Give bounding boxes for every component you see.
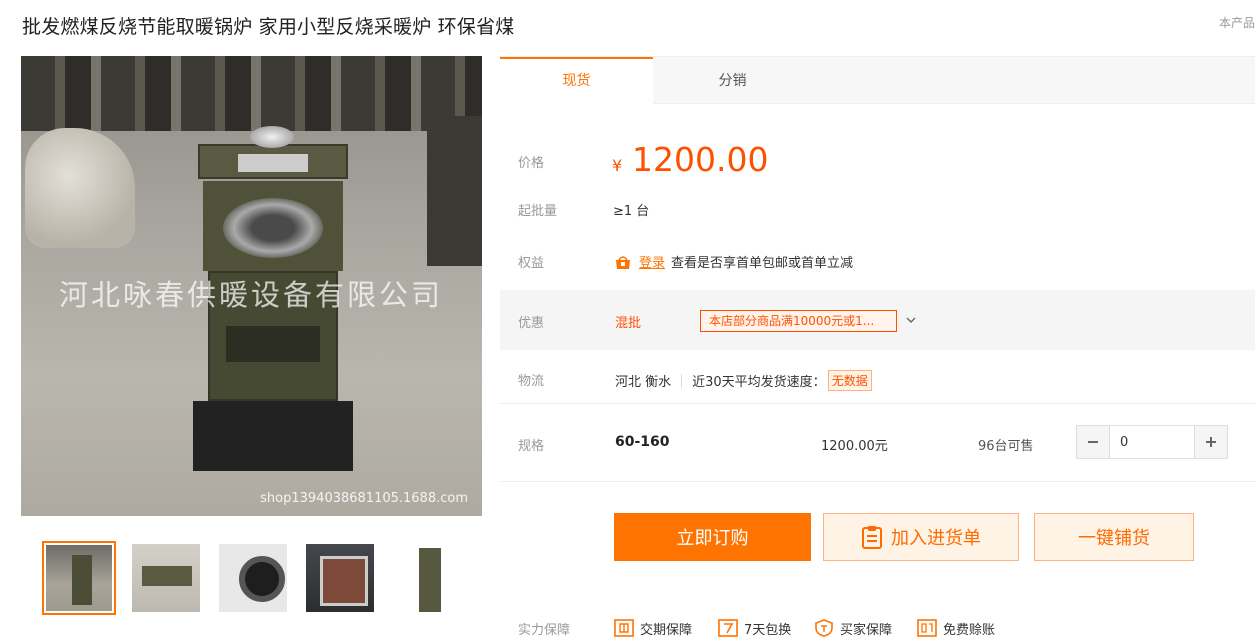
spec-stock: 96台可售 <box>978 439 1034 454</box>
rights-label: 权益 <box>518 256 545 271</box>
chevron-down-icon[interactable] <box>902 310 920 330</box>
stove-door <box>226 326 320 362</box>
guarantee-label: 实力保障 <box>518 622 571 638</box>
guarantee-item[interactable]: 交期保障 <box>614 619 692 638</box>
compensation-icon <box>917 619 937 637</box>
promotion-tag[interactable]: 本店部分商品满10000元或1... <box>700 310 897 332</box>
photo-background-bag <box>25 128 135 248</box>
price-label: 价格 <box>518 156 545 171</box>
thumbnail-image <box>132 544 200 612</box>
main-product-photo[interactable]: 河北咏春供暖设备有限公司 shop1394038681105.1688.com <box>21 56 482 516</box>
guarantee-item[interactable]: 免费赊账 <box>917 619 995 638</box>
logistics-label: 物流 <box>518 374 545 389</box>
shipping-speed-badge: 无数据 <box>827 370 872 391</box>
thumbnail-4[interactable] <box>303 541 377 615</box>
logistics-origin: 河北 衡水 <box>615 375 672 390</box>
add-to-cart-label: 加入进货单 <box>891 528 981 549</box>
promotion-type: 混批 <box>615 316 642 331</box>
guarantee-item-label: 交期保障 <box>640 622 693 638</box>
spec-price: 1200.00元 <box>821 439 888 454</box>
buyer-protection-icon <box>815 619 833 637</box>
thumbnail-1[interactable] <box>42 541 116 615</box>
quantity-stepper <box>1076 425 1228 459</box>
photo-background-right-stove <box>427 116 482 266</box>
stove-base <box>193 401 353 471</box>
photo-watermark: 河北咏春供暖设备有限公司 <box>59 278 444 312</box>
guarantee-item[interactable]: 7天包换 <box>718 619 791 638</box>
spec-name: 60-160 <box>615 434 670 450</box>
stove-control-panel <box>238 154 308 172</box>
offer-tabs: 现货 分销 <box>500 56 1255 105</box>
thumbnail-strip <box>42 541 464 615</box>
spec-label: 规格 <box>518 439 545 454</box>
moq-label: 起批量 <box>518 204 558 219</box>
seven-days-icon <box>718 619 738 637</box>
thumbnail-2[interactable] <box>129 541 203 615</box>
add-to-cart-button[interactable]: 加入进货单 <box>823 513 1019 561</box>
rights-text: 查看是否享首单包邮或首单立减 <box>671 256 854 271</box>
thumbnail-image <box>306 544 374 612</box>
photo-url-watermark: shop1394038681105.1688.com <box>260 491 468 506</box>
decrease-button[interactable] <box>1077 426 1110 458</box>
thumbnail-3[interactable] <box>216 541 290 615</box>
stove-ring <box>223 198 323 258</box>
corner-note: 本产品 <box>1218 16 1255 30</box>
moq-value: ≥1 台 <box>613 204 650 219</box>
thumbnail-image <box>46 545 112 611</box>
guarantee-item-label: 买家保障 <box>840 622 893 638</box>
guarantee-item-label: 7天包换 <box>744 622 792 638</box>
tab-spot[interactable]: 现货 <box>500 57 653 105</box>
coupon-bag-icon <box>613 254 633 270</box>
price-currency: ¥ <box>612 156 623 175</box>
divider <box>500 403 1255 404</box>
tab-distribution[interactable]: 分销 <box>656 57 809 105</box>
stove-knob <box>250 126 294 148</box>
guarantee-row: 实力保障 交期保障 7天包换 买家保障 免费赊账 <box>500 618 1255 638</box>
thumbnail-image <box>393 544 461 612</box>
login-link[interactable]: 登录 <box>639 252 665 271</box>
rights-row: 登录 查看是否享首单包邮或首单立减 <box>613 252 853 271</box>
one-click-distribute-button[interactable]: 一键铺货 <box>1034 513 1194 561</box>
distribute-label: 一键铺货 <box>1078 528 1150 549</box>
price-value: 1200.00 <box>632 140 769 179</box>
increase-button[interactable] <box>1194 426 1227 458</box>
photo-background-stoves <box>21 56 482 131</box>
clipboard-list-icon <box>862 526 882 549</box>
divider <box>500 481 1255 482</box>
guarantee-item[interactable]: 买家保障 <box>814 619 892 638</box>
promotion-label: 优惠 <box>518 316 545 331</box>
quantity-input[interactable] <box>1110 426 1190 458</box>
order-now-label: 立即订购 <box>676 528 749 549</box>
shipping-speed-label: 近30天平均发货速度： <box>692 375 826 390</box>
divider <box>681 373 683 388</box>
trade-shield-icon <box>614 619 634 637</box>
logistics-row: 河北 衡水 近30天平均发货速度： 无数据 <box>615 370 872 391</box>
thumbnail-5[interactable] <box>390 541 464 615</box>
product-title: 批发燃煤反烧节能取暖锅炉 家用小型反烧采暖炉 环保省煤 <box>22 16 515 38</box>
guarantee-item-label: 免费赊账 <box>943 622 996 638</box>
order-now-button[interactable]: 立即订购 <box>614 513 811 561</box>
thumbnail-image <box>219 544 287 612</box>
